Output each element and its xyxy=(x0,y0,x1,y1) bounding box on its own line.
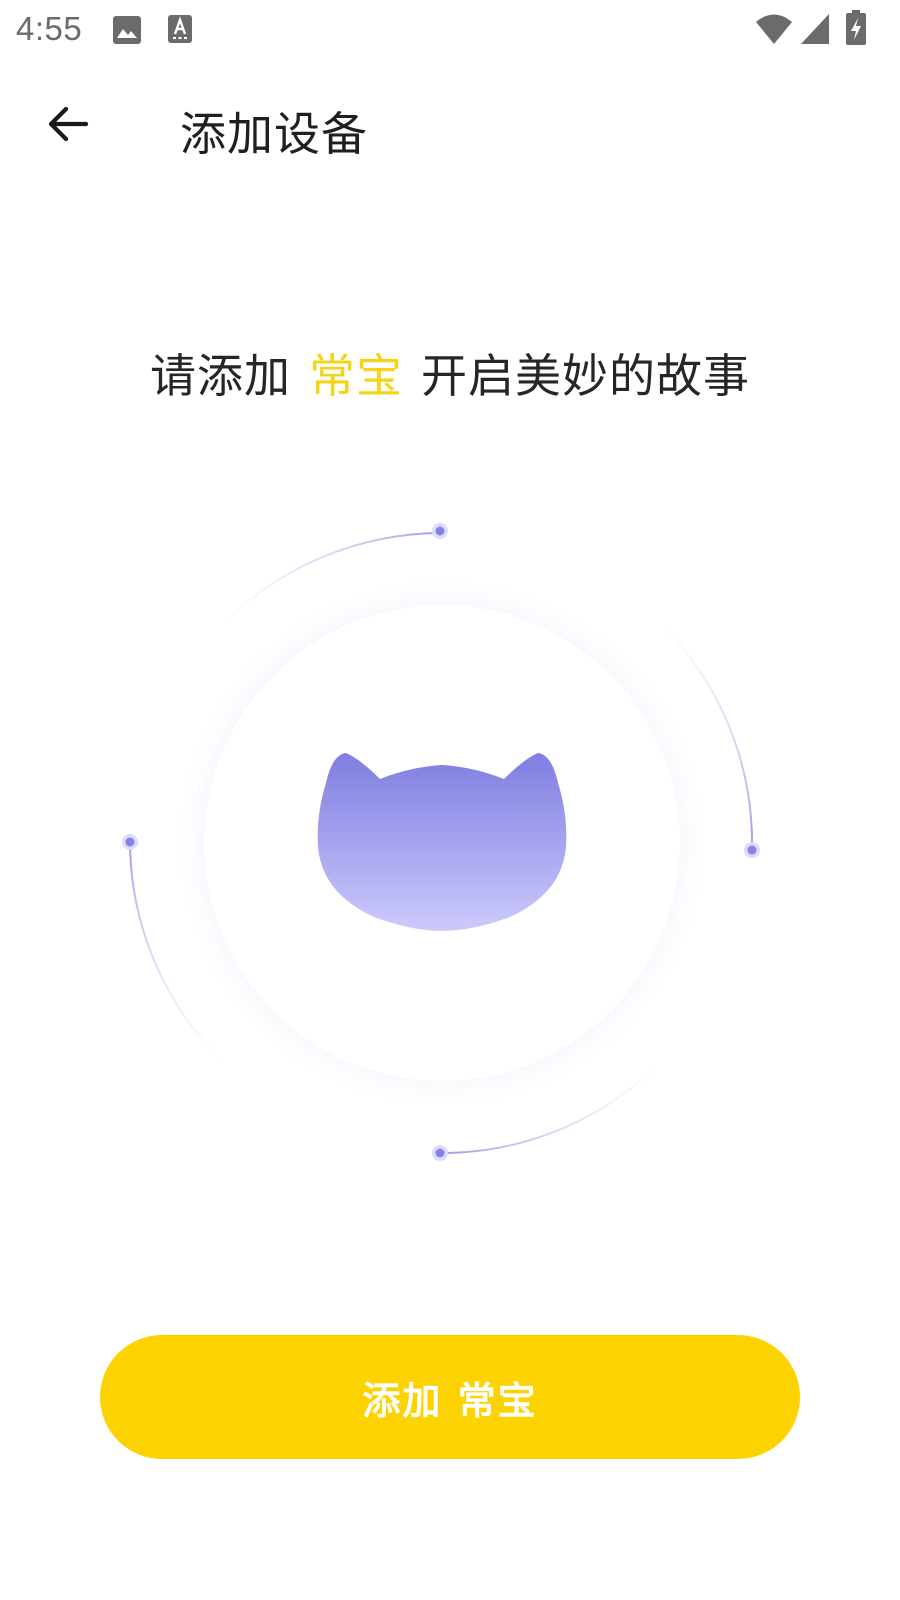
arrow-left-icon xyxy=(48,106,89,142)
image-notification-icon xyxy=(113,16,141,44)
orbit-illustration xyxy=(122,523,760,1161)
page-title: 添加设备 xyxy=(180,107,368,161)
headline-prefix: 请添加 xyxy=(150,349,291,403)
headline-suffix: 开启美妙的故事 xyxy=(421,349,750,403)
keyboard-notification-icon xyxy=(168,15,192,43)
device-illustration xyxy=(110,515,790,1175)
headline-device-name: 常宝 xyxy=(309,349,403,403)
add-device-button-label: 添加 常宝 xyxy=(362,1378,538,1423)
status-bar: 4:55 xyxy=(0,0,900,62)
back-button[interactable] xyxy=(36,92,100,156)
orbit-dot-left xyxy=(122,834,138,850)
add-device-button[interactable]: 添加 常宝 xyxy=(100,1335,800,1459)
wifi-icon xyxy=(756,14,792,44)
headline: 请添加 常宝 开启美妙的故事 xyxy=(0,340,900,406)
app-bar: 添加设备 xyxy=(0,62,900,192)
cellular-signal-icon xyxy=(801,14,829,44)
orbit-dot-top xyxy=(432,523,448,539)
battery-charging-icon xyxy=(846,10,866,45)
orbit-dot-bottom xyxy=(432,1145,448,1161)
status-time: 4:55 xyxy=(16,10,83,47)
cat-head-icon xyxy=(317,753,567,931)
orbit-dot-right xyxy=(744,842,760,858)
